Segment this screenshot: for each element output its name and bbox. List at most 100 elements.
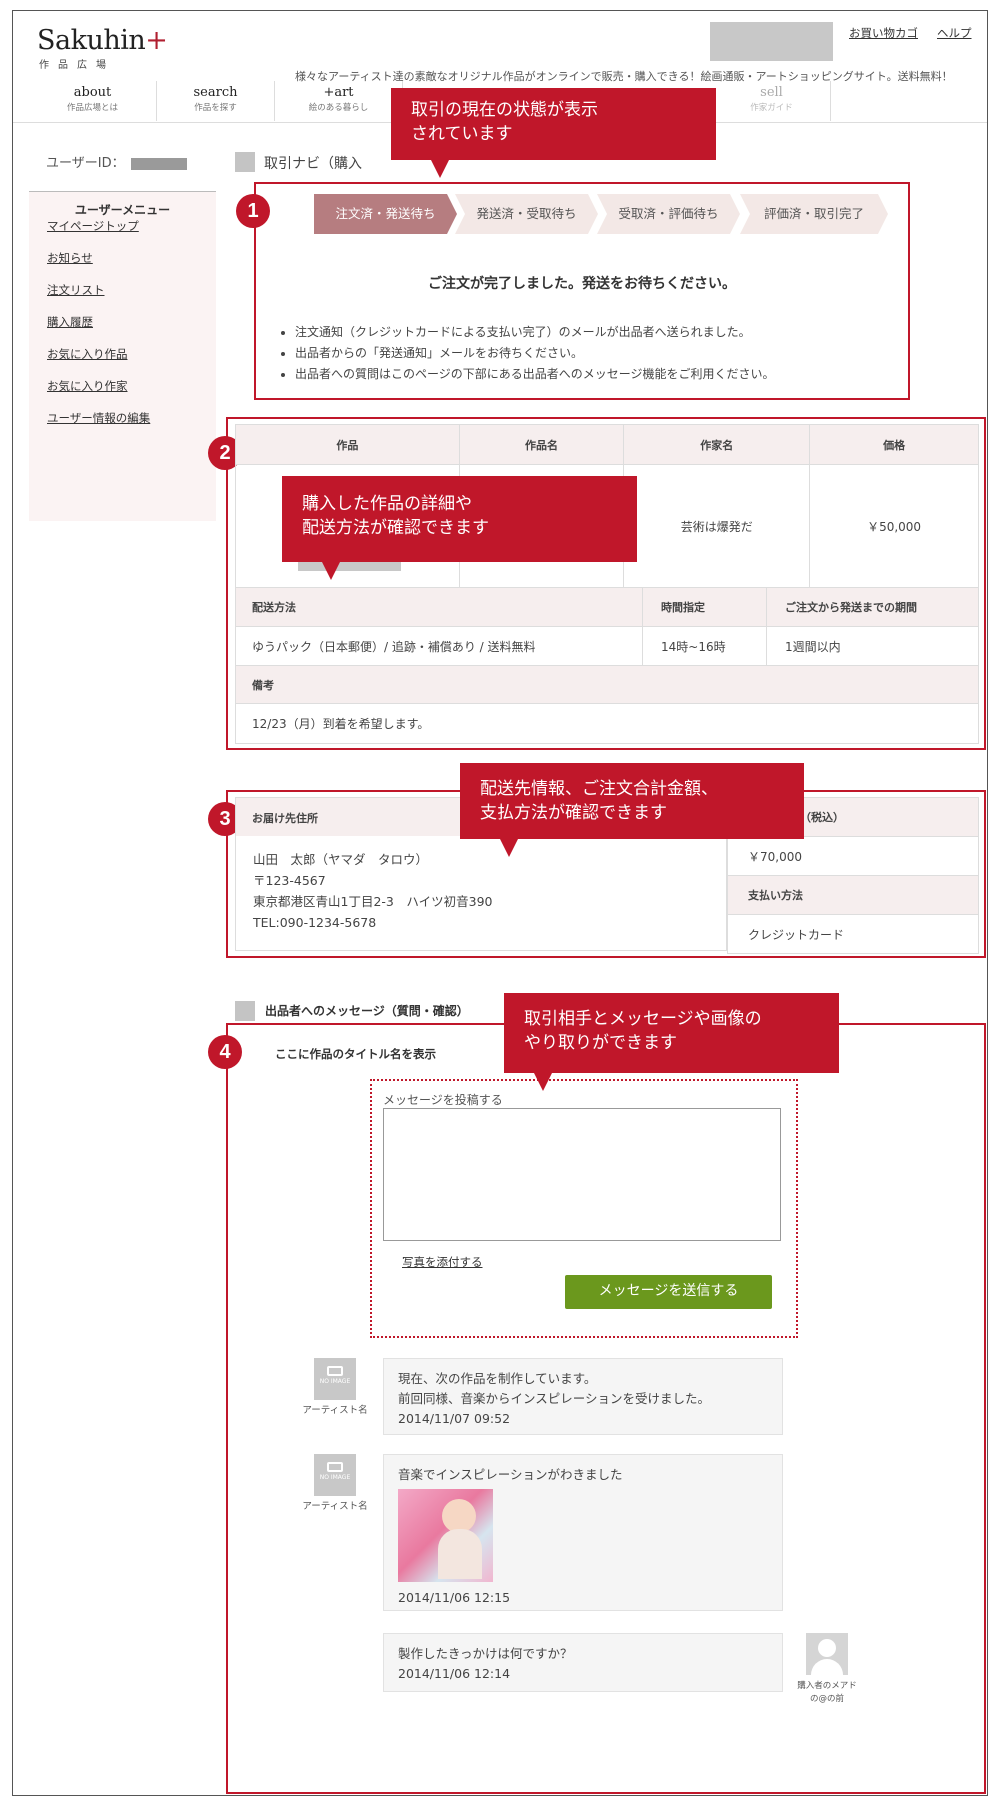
address-tel: TEL:090-1234-5678 [253,915,377,930]
camera-icon [327,1366,343,1376]
message-author: 購入者のメアドの@の前 [797,1681,857,1704]
camera-icon [327,1462,343,1472]
logo-subtitle: 作品広場 [39,60,115,71]
message-bubble: 製作したきっかけは何ですか？ 2014/11/06 12:14 [383,1633,783,1692]
callout-delivery: 配送先情報、ご注文合計金額、 支払方法が確認できます [460,763,804,857]
message-time: 2014/11/06 12:15 [398,1590,511,1605]
cell-payment: クレジットカード [727,914,979,954]
page-frame: Sakuhin+ 作品広場 お買い物カゴ ヘルプ 様々なアーティスト達の素敵なオ… [12,10,988,1796]
user-id: ユーザーID： [46,152,187,171]
col-artist: 作家名 [623,424,811,465]
post-label: メッセージを投稿する [383,1093,503,1107]
work-title: ここに作品のタイトル名を表示 [275,1047,436,1061]
user-id-value [130,157,187,170]
message-bubble: 音楽でインスピレーションがわきました 2014/11/06 12:15 [383,1454,783,1611]
step-shipped: 発送済・受取待ち [455,194,598,234]
message-square-icon [235,1001,255,1021]
callout-status: 取引の現在の状態が表示 されています [391,88,716,178]
cell-ship-time: 14時~16時 [642,626,767,666]
col-price: 価格 [809,424,979,465]
message-line: 音楽でインスピレーションがわきました [398,1467,623,1482]
shipping-table: 配送方法 時間指定 ご注文から発送までの期間 ゆうパック（日本郵便）/ 追跡・補… [235,587,979,744]
col-ship-method: 配送方法 [235,587,643,627]
nav-art[interactable]: +art 絵のある暮らし [275,81,403,121]
user-body-icon [811,1659,843,1675]
address-name: 山田 太郎（ヤマダ タロウ） [253,852,429,867]
nav-about[interactable]: about 作品広場とは [29,81,157,121]
col-ship-time: 時間指定 [642,587,767,627]
cart-link[interactable]: お買い物カゴ [849,25,918,41]
sidebar-item-news[interactable]: お知らせ [47,250,93,266]
site-logo[interactable]: Sakuhin+ [37,25,168,56]
logo-plus: + [145,25,168,56]
user-banner-placeholder [710,22,833,61]
cell-artist: 芸術は爆発だ [623,464,811,589]
noimage-label: NO IMAGE [319,1378,351,1385]
callout-order: 購入した作品の詳細や 配送方法が確認できます [282,476,637,580]
nav-sell[interactable]: sell 作家ガイド [713,81,831,121]
address-line: 東京都港区青山1丁目2-3 ハイツ初音390 [253,894,493,909]
cell-ship-period: 1週間以内 [766,626,979,666]
nav-title: search [193,85,238,100]
buyer-avatar [806,1633,848,1675]
page-title: 取引ナビ（購入 [264,156,362,172]
nav-sub: 絵のある暮らし [308,103,369,113]
message-author: アーティスト名 [302,1501,368,1512]
cell-price: ￥50,000 [809,464,979,589]
message-time: 2014/11/07 09:52 [398,1411,511,1426]
photo-body [438,1529,482,1579]
sidebar-item-orders[interactable]: 注文リスト [47,282,105,298]
message-textarea[interactable] [383,1108,781,1241]
col-note: 備考 [235,665,979,704]
status-bullet: 注文通知（クレジットカードによる支払い完了）のメールが出品者へ送られました。 [295,322,895,343]
cell-note: 12/23（月）到着を希望します。 [235,703,979,744]
message-line: 製作したきっかけは何ですか？ [398,1646,573,1661]
message-bubble: 現在、次の作品を制作しています。 前回同様、音楽からインスピレーションを受けまし… [383,1358,783,1435]
status-heading: ご注文が完了しました。発送をお待ちください。 [428,276,736,292]
nav-search[interactable]: search 作品を探す [157,81,275,121]
user-head-icon [818,1639,836,1657]
avatar: NO IMAGE [314,1358,356,1400]
cell-ship-method: ゆうパック（日本郵便）/ 追跡・補償あり / 送料無料 [235,626,643,666]
photo-face [442,1499,476,1533]
nav-sub: 作品を探す [194,103,237,113]
message-author: アーティスト名 [302,1405,368,1416]
avatar: NO IMAGE [314,1454,356,1496]
user-id-label: ユーザーID： [46,156,125,171]
status-bullets: 注文通知（クレジットカードによる支払い完了）のメールが出品者へ送られました。 出… [295,322,895,385]
nav-title: sell [760,85,783,100]
nav-title: about [73,85,112,100]
status-bullet: 出品者への質問はこのページの下部にある出品者へのメッセージ機能をご利用ください。 [295,364,895,385]
cell-total: ￥70,000 [727,836,979,876]
step-received: 受取済・評価待ち [597,194,740,234]
message-section-title: 出品者へのメッセージ（質問・確認） [265,1004,469,1018]
col-work: 作品 [235,424,460,465]
progress-steps: 注文済・発送待ち 発送済・受取待ち 受取済・評価待ち 評価済・取引完了 [314,194,888,234]
address-zip: 〒123-4567 [253,873,326,888]
nav-sub: 作家ガイド [750,103,793,113]
help-link[interactable]: ヘルプ [937,25,972,41]
message-time: 2014/11/06 12:14 [398,1666,511,1681]
sidebar-item-history[interactable]: 購入履歴 [47,314,93,330]
address-body: 山田 太郎（ヤマダ タロウ） 〒123-4567 東京都港区青山1丁目2-3 ハ… [253,849,492,933]
nav-title: +art [323,85,354,100]
title-square-icon [235,152,255,172]
step-completed: 評価済・取引完了 [740,194,888,234]
sidebar-item-fav-artists[interactable]: お気に入り作家 [47,378,128,394]
step-number-1: 1 [236,194,270,228]
col-payment: 支払い方法 [727,875,979,915]
message-line: 現在、次の作品を制作しています。 [398,1371,597,1386]
attach-photo-link[interactable]: 写真を添付する [402,1254,483,1270]
attached-photo[interactable] [398,1489,493,1582]
sidebar-item-edit-profile[interactable]: ユーザー情報の編集 [47,410,150,426]
step-number-4: 4 [208,1035,242,1069]
col-ship-period: ご注文から発送までの期間 [766,587,979,627]
sidebar-item-mypage[interactable]: マイページトップ [47,218,139,234]
col-work-name: 作品名 [458,424,625,465]
step-ordered: 注文済・発送待ち [314,194,457,234]
sidebar-item-fav-works[interactable]: お気に入り作品 [47,346,128,362]
callout-messages: 取引相手とメッセージや画像の やり取りができます [504,993,839,1091]
logo-text: Sakuhin [37,25,146,56]
send-message-button[interactable]: メッセージを送信する [565,1275,772,1309]
noimage-label: NO IMAGE [319,1474,351,1481]
